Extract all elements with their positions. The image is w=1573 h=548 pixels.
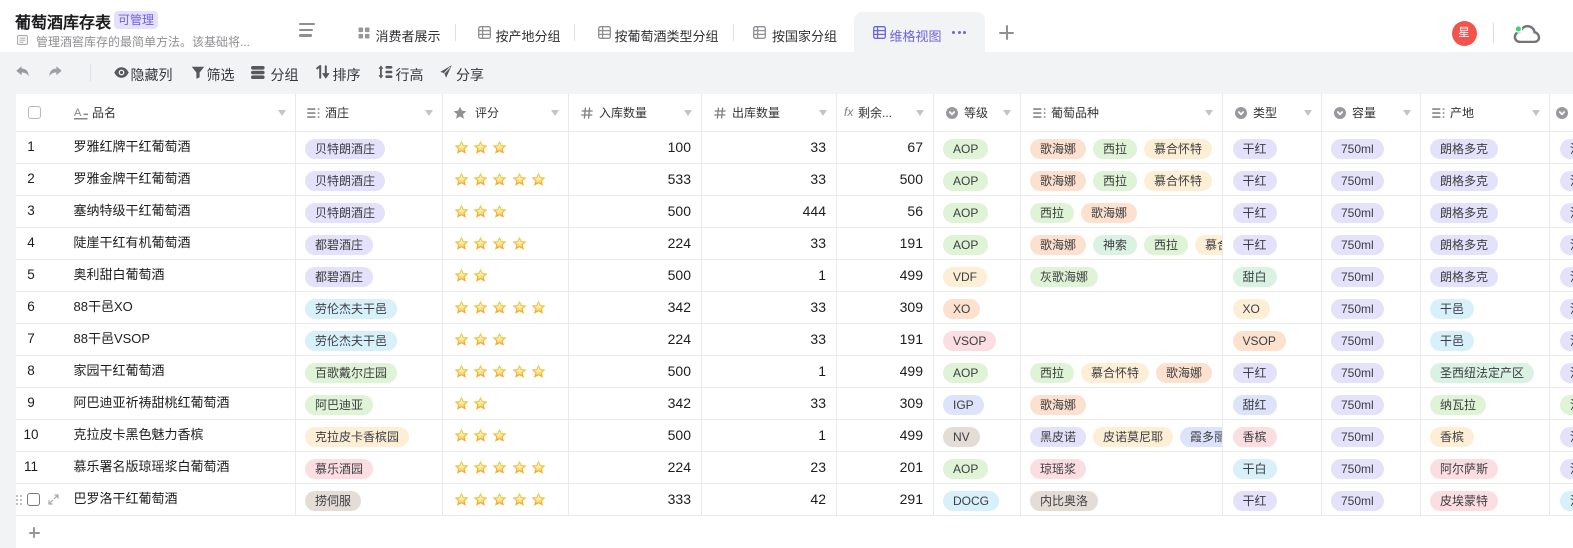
svg-text:A: A	[74, 107, 82, 119]
